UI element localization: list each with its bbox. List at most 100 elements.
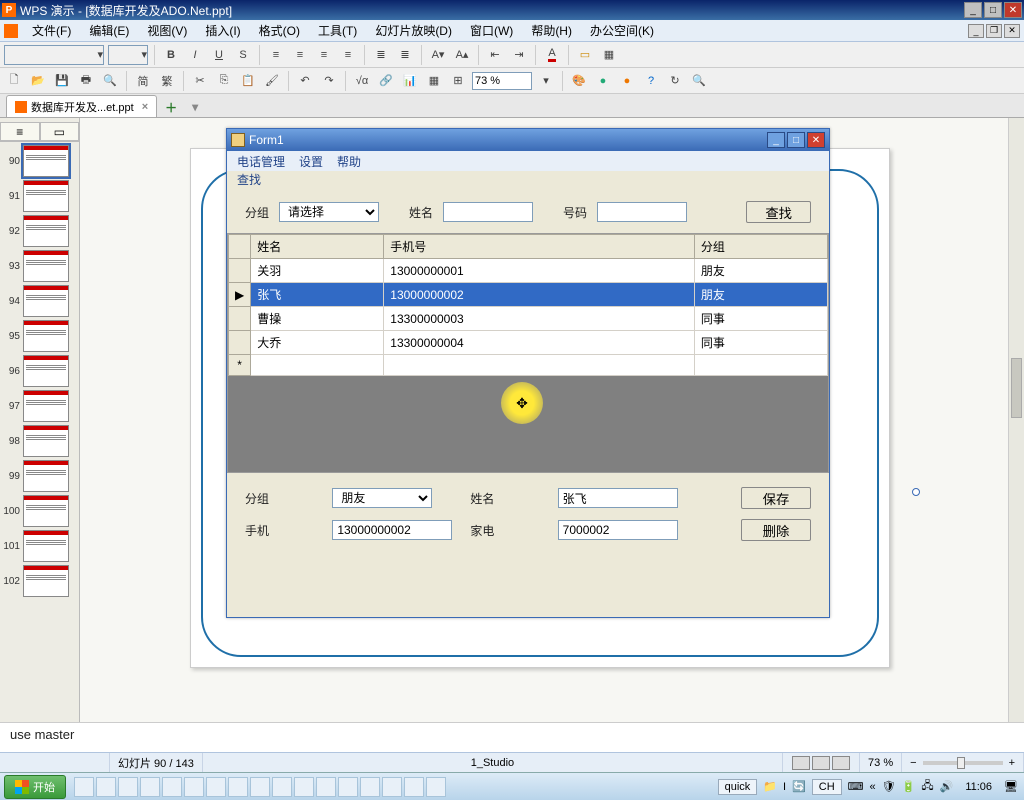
grid-row[interactable]: 关羽13000000001朋友: [229, 259, 828, 283]
menu-format[interactable]: 格式(O): [255, 20, 304, 41]
outline-tab[interactable]: ≡: [0, 122, 40, 141]
grid-col-group[interactable]: 分组: [694, 235, 827, 259]
close-button[interactable]: ✕: [1004, 2, 1022, 18]
vertical-scrollbar[interactable]: [1008, 118, 1024, 722]
minimize-button[interactable]: _: [964, 2, 982, 18]
hyperlink-button[interactable]: 🔗: [376, 71, 396, 91]
new-tab-button[interactable]: ＋: [161, 97, 181, 117]
shadow-button[interactable]: S: [233, 45, 253, 65]
copy-button[interactable]: ⎘: [214, 71, 234, 91]
ql-item[interactable]: [162, 777, 182, 797]
layout-button[interactable]: ▦: [599, 45, 619, 65]
grid-corner[interactable]: [229, 235, 251, 259]
new-doc-button[interactable]: 🗋: [4, 71, 24, 91]
bold-button[interactable]: B: [161, 45, 181, 65]
grid-button[interactable]: ⊞: [448, 71, 468, 91]
thumbnail-101[interactable]: 101: [2, 530, 77, 562]
search-group-select[interactable]: 请选择: [279, 202, 379, 222]
menu-office[interactable]: 办公空间(K): [586, 20, 658, 41]
menu-window[interactable]: 窗口(W): [466, 20, 517, 41]
menu-view[interactable]: 视图(V): [143, 20, 191, 41]
thumbnail-94[interactable]: 94: [2, 285, 77, 317]
tab-list-button[interactable]: ▾: [185, 97, 205, 117]
thumbnail-96[interactable]: 96: [2, 355, 77, 387]
indent-increase-button[interactable]: ⇥: [509, 45, 529, 65]
form1-titlebar[interactable]: Form1 _ □ ✕: [227, 129, 829, 151]
ql-item[interactable]: [228, 777, 248, 797]
thumbnail-98[interactable]: 98: [2, 425, 77, 457]
menu-edit[interactable]: 编辑(E): [85, 20, 133, 41]
open-button[interactable]: 📂: [28, 71, 48, 91]
refresh-button[interactable]: ↻: [665, 71, 685, 91]
search-name-input[interactable]: [443, 202, 533, 222]
ql-item[interactable]: [404, 777, 424, 797]
font-size-dropdown[interactable]: ▾: [108, 45, 148, 65]
doc-close-button[interactable]: ✕: [1004, 24, 1020, 38]
ql-item[interactable]: [74, 777, 94, 797]
document-tab[interactable]: 数据库开发及...et.ppt ×: [6, 95, 157, 117]
color-scheme-button[interactable]: 🎨: [569, 71, 589, 91]
menu-slideshow[interactable]: 幻灯片放映(D): [371, 20, 456, 41]
form1-maximize-button[interactable]: □: [787, 132, 805, 148]
ql-item[interactable]: [316, 777, 336, 797]
thumbnail-93[interactable]: 93: [2, 250, 77, 282]
grid-row[interactable]: 曹操13300000003同事: [229, 307, 828, 331]
thumbnail-95[interactable]: 95: [2, 320, 77, 352]
form1-submenu[interactable]: 查找: [227, 171, 829, 189]
numbering-button[interactable]: ≣: [395, 45, 415, 65]
ime-indicator[interactable]: CH: [812, 779, 842, 795]
ql-item[interactable]: [426, 777, 446, 797]
align-left-button[interactable]: ≡: [266, 45, 286, 65]
undo-button[interactable]: ↶: [295, 71, 315, 91]
tray-shield-icon[interactable]: 🛡: [882, 780, 896, 793]
maximize-button[interactable]: □: [984, 2, 1002, 18]
thumbnail-99[interactable]: 99: [2, 460, 77, 492]
detail-delete-button[interactable]: 删除: [741, 519, 811, 541]
ql-item[interactable]: [272, 777, 292, 797]
ql-item[interactable]: [118, 777, 138, 797]
decrease-font-button[interactable]: A▾: [428, 45, 448, 65]
ql-item[interactable]: [360, 777, 380, 797]
redo-button[interactable]: ↷: [319, 71, 339, 91]
search-button[interactable]: 🔍: [689, 71, 709, 91]
italic-button[interactable]: I: [185, 45, 205, 65]
sorter-view-button[interactable]: [812, 756, 830, 770]
doc-tab-close[interactable]: ×: [142, 101, 148, 113]
status-draw-tools[interactable]: [0, 753, 110, 772]
save-button[interactable]: 💾: [52, 71, 72, 91]
media-button[interactable]: ●: [617, 71, 637, 91]
doc-restore-button[interactable]: ❐: [986, 24, 1002, 38]
form1-close-button[interactable]: ✕: [807, 132, 825, 148]
grid-row[interactable]: ▶张飞13000000002朋友: [229, 283, 828, 307]
status-zoom[interactable]: 73 %: [860, 753, 902, 772]
detail-home-input[interactable]: [558, 520, 678, 540]
thumbnail-102[interactable]: 102: [2, 565, 77, 597]
tray-keyboard-icon[interactable]: ⌨: [848, 780, 864, 793]
grid-row[interactable]: 大乔13300000004同事: [229, 331, 828, 355]
status-zoom-slider[interactable]: − +: [902, 753, 1024, 772]
ql-item[interactable]: [96, 777, 116, 797]
form1-menu-phone[interactable]: 电话管理: [237, 153, 285, 170]
align-justify-button[interactable]: ≡: [338, 45, 358, 65]
start-button[interactable]: 开始: [4, 775, 66, 799]
new-slide-button[interactable]: ▭: [575, 45, 595, 65]
tray-quick[interactable]: quick: [718, 779, 758, 795]
thumbnail-97[interactable]: 97: [2, 390, 77, 422]
align-center-button[interactable]: ≡: [290, 45, 310, 65]
detail-group-select[interactable]: 朋友: [332, 488, 432, 508]
grid-col-name[interactable]: 姓名: [251, 235, 384, 259]
tray-chevron-icon[interactable]: «: [870, 781, 876, 793]
zoom-out-icon[interactable]: −: [910, 757, 916, 769]
grid-col-phone[interactable]: 手机号: [384, 235, 695, 259]
form1-menu-help[interactable]: 帮助: [337, 153, 361, 170]
thumbnail-90[interactable]: 90: [2, 145, 77, 177]
slides-tab[interactable]: ▭: [40, 122, 80, 141]
tray-battery-icon[interactable]: 🔋: [902, 780, 916, 793]
bullets-button[interactable]: ≣: [371, 45, 391, 65]
menu-help[interactable]: 帮助(H): [527, 20, 576, 41]
ql-item[interactable]: [140, 777, 160, 797]
ql-item[interactable]: [294, 777, 314, 797]
notes-pane[interactable]: use master: [0, 722, 1024, 752]
thumbnail-91[interactable]: 91: [2, 180, 77, 212]
indent-decrease-button[interactable]: ⇤: [485, 45, 505, 65]
